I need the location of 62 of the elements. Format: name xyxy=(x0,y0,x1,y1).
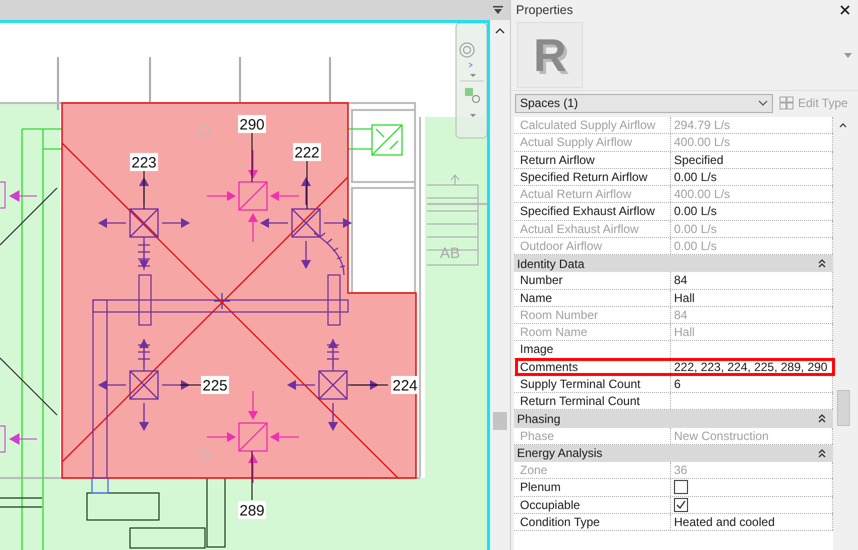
grid-icon xyxy=(779,96,794,110)
property-label: Image xyxy=(514,341,671,358)
leader-line xyxy=(348,384,388,386)
scrollbar-thumb[interactable] xyxy=(493,412,507,430)
close-icon[interactable] xyxy=(840,5,850,15)
scroll-up-icon[interactable] xyxy=(839,123,847,128)
property-label: Number xyxy=(514,272,671,288)
section-header[interactable]: Energy Analysis xyxy=(514,444,833,462)
leader-line xyxy=(306,160,308,210)
property-label: Plenum xyxy=(514,479,671,496)
property-label: Supply Terminal Count xyxy=(514,376,671,392)
collapse-icon xyxy=(818,259,826,268)
property-label: Phase xyxy=(514,428,671,444)
property-label: Actual Supply Airflow xyxy=(514,134,671,150)
property-label: Outdoor Airflow xyxy=(514,238,671,254)
property-label: Occupiable xyxy=(514,496,671,513)
property-value[interactable]: Specified xyxy=(671,152,833,168)
scroll-up-icon[interactable] xyxy=(495,28,505,34)
property-value[interactable]: Hall xyxy=(671,290,833,306)
tag-label[interactable]: 290 xyxy=(238,115,266,134)
property-value[interactable]: Heated and cooled xyxy=(671,514,833,530)
property-label: Actual Exhaust Airflow xyxy=(514,220,671,237)
property-value-cell[interactable] xyxy=(671,496,833,513)
tag-label[interactable]: 222 xyxy=(293,143,321,162)
property-value[interactable]: 6 xyxy=(671,376,833,392)
tag-label[interactable]: 224 xyxy=(391,376,419,394)
property-label: Room Number xyxy=(514,306,671,323)
property-value[interactable]: 84 xyxy=(671,272,833,288)
vertical-scrollbar[interactable] xyxy=(490,20,510,550)
property-label: Specified Exhaust Airflow xyxy=(514,203,671,220)
property-label: Name xyxy=(514,290,671,306)
tag-label[interactable]: 223 xyxy=(130,153,158,172)
property-label: Room Name xyxy=(514,324,671,340)
property-label: Calculated Supply Airflow xyxy=(514,117,671,134)
panel-title: Properties xyxy=(516,3,573,17)
tag-label[interactable]: 289 xyxy=(238,501,266,520)
property-value-cell[interactable] xyxy=(671,479,833,496)
chevron-icon xyxy=(758,100,768,106)
property-label: Return Terminal Count xyxy=(514,393,671,410)
collapse-icon xyxy=(818,448,826,458)
type-selector[interactable]: Spaces (1) xyxy=(515,94,773,112)
property-label: Comments xyxy=(514,358,671,375)
property-value[interactable]: 0.00 L/s xyxy=(671,168,833,185)
scrollbar-thumb[interactable] xyxy=(836,390,850,426)
section-header[interactable]: Identity Data xyxy=(514,255,833,272)
property-label: Return Airflow xyxy=(514,152,671,168)
collapse-icon xyxy=(818,414,826,424)
property-label: Actual Return Airflow xyxy=(514,186,671,202)
property-label: Specified Return Airflow xyxy=(514,168,671,185)
type-image: R xyxy=(517,22,583,88)
property-value[interactable]: 0.00 L/s xyxy=(671,203,833,220)
dropdown-icon[interactable] xyxy=(492,5,504,15)
tag-label[interactable]: 225 xyxy=(201,376,229,394)
caret-icon[interactable] xyxy=(844,52,852,58)
checkbox[interactable] xyxy=(674,480,688,494)
property-value[interactable]: 222, 223, 224, 225, 289, 290 xyxy=(671,358,833,375)
section-header[interactable]: Phasing xyxy=(514,410,833,428)
property-label: Zone xyxy=(514,462,671,478)
move-handle-icon[interactable] xyxy=(213,292,231,310)
navigation-bar[interactable] xyxy=(456,23,487,138)
checkbox[interactable] xyxy=(674,498,688,512)
property-label: Condition Type xyxy=(514,514,671,530)
